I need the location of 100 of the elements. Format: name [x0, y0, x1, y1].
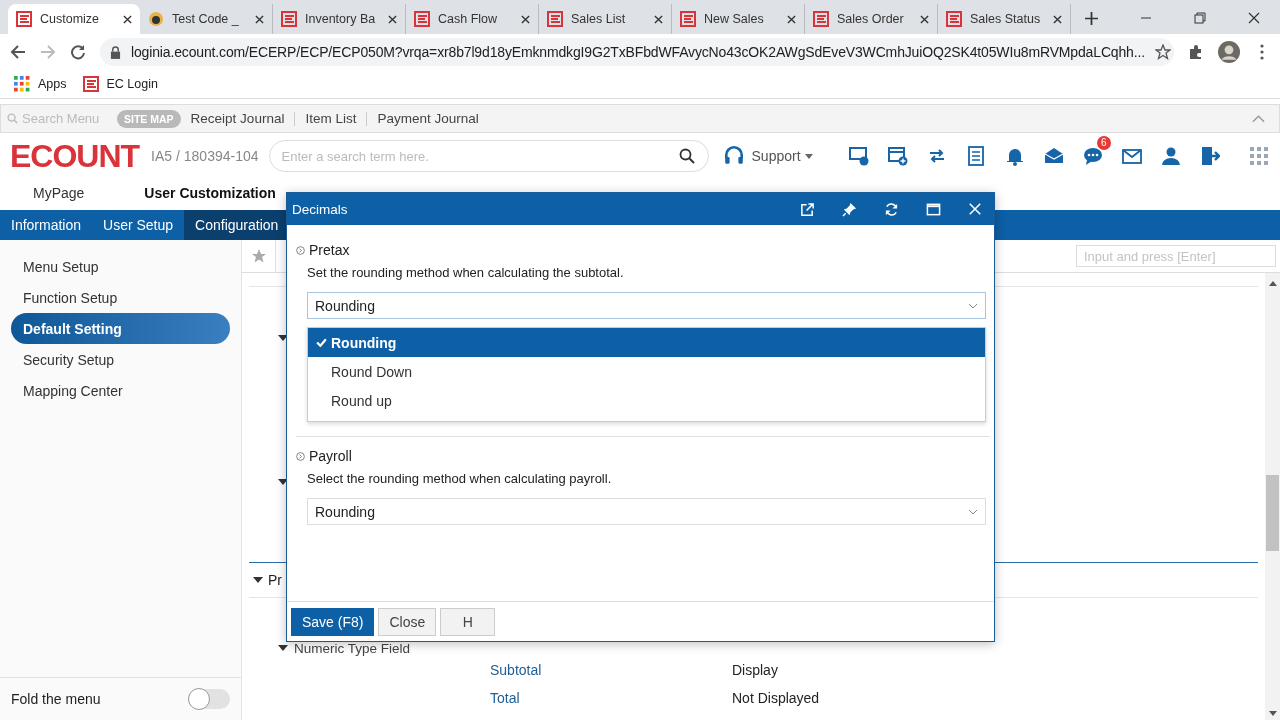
chat-icon[interactable] [1082, 146, 1103, 166]
user-icon[interactable] [1160, 146, 1181, 166]
sidebar-item[interactable]: Security Setup [11, 344, 230, 375]
chevron-down-icon[interactable] [968, 302, 978, 309]
chevron-down-icon[interactable] [968, 508, 978, 515]
stripes-icon [16, 11, 32, 27]
company-code: IA5 / 180394-104 [151, 148, 259, 164]
browser-tab[interactable]: Customize [8, 4, 140, 34]
document-icon[interactable] [965, 146, 986, 166]
new-tab-icon[interactable] [1085, 12, 1098, 25]
url-text: loginia.ecount.com/ECERP/ECP/ECP050M?vrqa=xr8b7l9d18yEmknmdkgI9G2TxBFbdWFAvycNo43cOK2AWgSdEveV3WCmhJuiOQ2SK4t05WIu8mRVMpdaLCqhh... [131, 44, 1145, 60]
scrollbar[interactable] [1265, 273, 1280, 720]
restore-icon[interactable] [1194, 12, 1206, 24]
bookmark-link[interactable]: Apps [38, 77, 67, 91]
search-icon [7, 113, 18, 124]
bell-icon[interactable] [1004, 146, 1025, 166]
logo[interactable]: ECOUNT [10, 137, 140, 175]
sub-menu-item[interactable]: Information [0, 210, 93, 240]
section-description: Set the rounding method when calculating the subtotal. [307, 265, 625, 280]
maximize-icon[interactable] [926, 201, 941, 217]
fold-menu-toggle[interactable] [188, 689, 230, 709]
calendar-plus-icon[interactable] [887, 146, 908, 166]
dropdown-option[interactable]: Round Down [308, 357, 985, 386]
puzzle-icon[interactable] [1188, 44, 1204, 60]
tab-label: New Sales [704, 12, 765, 26]
star-icon[interactable] [1155, 44, 1171, 60]
triangle-icon[interactable] [253, 577, 263, 583]
sidebar-item[interactable]: Menu Setup [11, 251, 230, 282]
section-title: Payroll [309, 448, 352, 464]
tab-label: Cash Flow [438, 12, 499, 26]
close-icon[interactable] [388, 14, 397, 24]
search-field[interactable]: Enter a search term here. [268, 140, 709, 172]
field-name-link[interactable]: Subtotal [249, 662, 732, 678]
close-icon[interactable] [654, 14, 663, 24]
field-name-link[interactable]: Total [249, 690, 732, 706]
stripes-icon [946, 11, 962, 27]
profile-avatar-icon[interactable] [1218, 41, 1240, 63]
sidebar-item[interactable]: Function Setup [11, 282, 230, 313]
reload-icon[interactable] [70, 44, 86, 60]
star-icon[interactable] [251, 248, 267, 264]
close-icon[interactable] [521, 14, 530, 24]
triangle-icon[interactable] [278, 645, 288, 651]
main-menu-item[interactable]: MyPage [33, 185, 85, 201]
field-value: Not Displayed [732, 690, 820, 706]
close-icon[interactable] [123, 14, 132, 24]
rounding-select[interactable]: Rounding [307, 292, 986, 319]
notification-badge: 6 [1097, 136, 1111, 150]
scroll-down-icon[interactable] [1268, 711, 1277, 716]
dropdown-option[interactable]: Round up [308, 386, 985, 415]
tab-label: Sales Order [837, 12, 905, 26]
triangle-icon[interactable] [278, 479, 288, 485]
close-icon[interactable] [1053, 14, 1062, 24]
stripes-icon [82, 76, 99, 92]
dialog-title: Decimals [292, 201, 348, 217]
refresh-icon[interactable] [884, 201, 899, 217]
rounding-select[interactable]: Rounding [307, 498, 986, 525]
tab-label: Sales List [571, 12, 627, 26]
back-icon[interactable] [10, 44, 26, 60]
stripes-icon [414, 11, 430, 27]
stripes-icon [813, 11, 829, 27]
dialog-button[interactable]: Close [378, 607, 437, 636]
close-icon[interactable] [920, 14, 929, 24]
quick-link[interactable]: Payment Journal [377, 111, 479, 126]
quick-link[interactable]: Item List [305, 111, 357, 126]
close-icon[interactable] [255, 14, 264, 24]
search-icon[interactable] [678, 148, 695, 164]
lock-icon [110, 45, 121, 59]
section-title: Pr [268, 572, 282, 588]
menu-search-field[interactable]: Search Menu [22, 111, 104, 126]
main-menu-item[interactable]: User Customization [144, 185, 276, 201]
dropdown-option[interactable]: Rounding [308, 328, 985, 357]
envelope-open-icon[interactable] [1043, 146, 1064, 166]
tab-label: Test Code _ [172, 12, 240, 26]
quick-link[interactable]: Receipt Journal [190, 111, 285, 126]
address-bar[interactable]: loginia.ecount.com/ECERP/ECP/ECP050M?vrqa=xr8b7l9d18yEmknmdkgI9G2TxBFbdWFAvycNo43cOK2AWgSdEveV3WCmhJuiOQ2SK4t05WIu8mRVMpdaLCqhh... [100, 38, 1174, 66]
group-title: Numeric Type Field [294, 640, 411, 656]
close-icon[interactable] [1248, 12, 1260, 24]
avatar-icon [148, 11, 164, 27]
scroll-up-icon[interactable] [1268, 281, 1277, 286]
triangle-icon[interactable] [278, 335, 288, 341]
sidebar-item[interactable]: Mapping Center [11, 375, 230, 406]
sub-menu-item[interactable]: User Setup [92, 210, 185, 240]
external-link-icon[interactable] [800, 201, 815, 217]
chevron-circle-icon [296, 451, 305, 461]
caret-icon[interactable] [804, 153, 813, 159]
support-menu[interactable]: Support [751, 148, 801, 164]
save-button[interactable]: Save (F8) [291, 607, 375, 636]
close-icon[interactable] [787, 14, 796, 24]
mail-icon[interactable] [1121, 146, 1142, 166]
fold-menu-label: Fold the menu [11, 691, 102, 707]
bookmark-link[interactable]: EC Login [106, 77, 158, 91]
pin-icon[interactable] [842, 201, 857, 217]
sidebar-item[interactable]: Default Setting [11, 313, 230, 344]
scrollbar-thumb[interactable] [1266, 475, 1279, 551]
headset-icon[interactable] [722, 145, 745, 167]
stripes-icon [547, 11, 563, 27]
logout-icon[interactable] [1199, 146, 1220, 166]
dialog-button[interactable]: H [440, 607, 496, 636]
monitor-icon[interactable] [848, 146, 869, 166]
filter-field[interactable]: Input and press [Enter] [1076, 245, 1276, 267]
